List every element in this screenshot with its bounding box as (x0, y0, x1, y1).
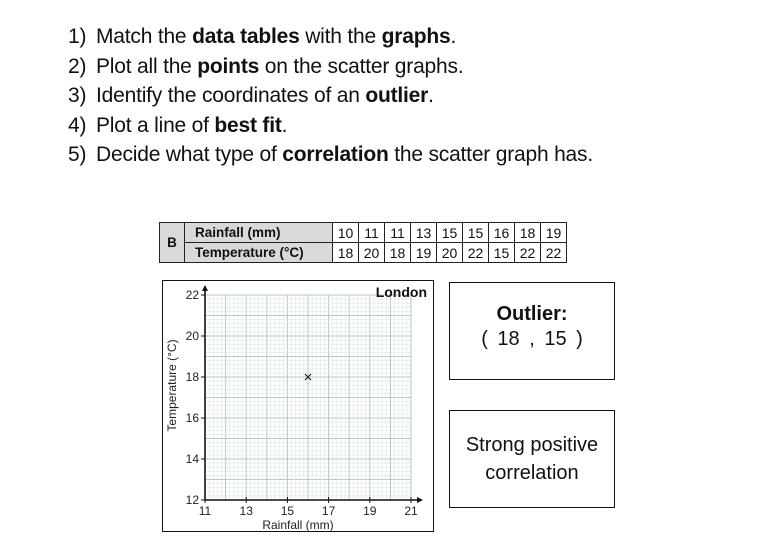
correlation-answer-box: Strong positive correlation (449, 410, 615, 508)
table-cell: 20 (358, 242, 385, 263)
y-axis-label: Temperature (°C) (165, 339, 179, 431)
table-cell: 19 (410, 242, 437, 263)
table-row-temperature: Temperature (°C) 18 20 18 19 20 22 15 22 22 (160, 242, 567, 263)
instruction-keyword: data tables (192, 25, 300, 48)
x-tick-label: 19 (363, 504, 377, 518)
instruction-item: 3) Identify the coordinates of an outlier… (68, 81, 593, 111)
table-cell: 11 (384, 222, 411, 243)
x-tick-label: 15 (281, 504, 295, 518)
instruction-number: 3) (68, 84, 87, 107)
instruction-text: the scatter graph has. (388, 143, 593, 166)
outlier-answer-box: Outlier: ( 18 , 15 ) (449, 282, 615, 380)
table-cell: 11 (358, 222, 385, 243)
x-tick-label: 21 (404, 504, 418, 518)
instruction-item: 2) Plot all the points on the scatter gra… (68, 52, 593, 82)
instruction-keyword: best fit (214, 113, 282, 137)
y-tick-label: 14 (186, 452, 200, 466)
instructions-list: 1) Match the data tables with the graphs.… (68, 22, 593, 170)
data-table-b: B Rainfall (mm) 10 11 11 13 15 15 16 18 19 Tempe… (159, 222, 567, 263)
instruction-item: 1) Match the data tables with the graphs. (68, 22, 593, 52)
correlation-line-2: correlation (485, 462, 579, 484)
scatter-plot-svg: 11 13 15 17 19 21 12 14 16 18 20 22 Rainfall (mm) Tem… (165, 284, 427, 531)
outlier-title: Outlier: (496, 303, 568, 325)
y-tick-label: 12 (186, 493, 200, 507)
table-cell: 22 (514, 242, 541, 263)
y-tick-label: 18 (186, 370, 200, 384)
table-cell: 15 (436, 222, 463, 243)
table-cell: 15 (462, 222, 489, 243)
x-axis-label: Rainfall (mm) (262, 518, 333, 531)
y-tick-label: 16 (186, 411, 200, 425)
chart-title: London (376, 284, 427, 300)
instruction-text: Plot all the (96, 54, 198, 78)
instruction-keyword: points (197, 54, 260, 78)
instruction-text: with the (299, 25, 382, 48)
scatter-graph: 11 13 15 17 19 21 12 14 16 18 20 22 Rainfall (mm) Tem… (162, 280, 434, 532)
table-key: B (159, 222, 185, 263)
table-cell: 19 (540, 222, 567, 243)
table-cell: 16 (488, 222, 515, 243)
instruction-text: . (428, 84, 434, 107)
instruction-text: Decide what type of (96, 143, 283, 166)
y-tick-label: 20 (186, 329, 200, 343)
x-tick-label: 11 (199, 504, 212, 518)
instruction-number: 4) (68, 113, 87, 137)
instruction-text: . (450, 25, 457, 48)
instruction-keyword: graphs (381, 25, 451, 48)
instruction-number: 1) (68, 25, 87, 48)
table-cell: 13 (410, 222, 437, 243)
table-cell: 10 (332, 222, 359, 243)
y-axis-arrow-icon (202, 285, 208, 291)
instruction-text: Identify the coordinates of an (96, 84, 366, 107)
instruction-number: 2) (68, 54, 87, 78)
instruction-number: 5) (68, 143, 87, 166)
table-cell: 22 (540, 242, 567, 263)
table-cell: 18 (514, 222, 541, 243)
instruction-text: Plot a line of (96, 113, 215, 137)
table-cell: 15 (488, 242, 515, 263)
instruction-keyword: outlier (365, 84, 429, 107)
instruction-text: Match the (96, 25, 193, 48)
instruction-text: . (281, 113, 288, 137)
x-tick-label: 13 (240, 504, 254, 518)
x-axis-arrow-icon (417, 497, 423, 503)
table-cell: 22 (462, 242, 489, 263)
table-cell: 20 (436, 242, 463, 263)
instruction-keyword: correlation (282, 143, 389, 166)
instruction-item: 4) Plot a line of best fit. (68, 111, 593, 141)
correlation-line-1: Strong positive (465, 434, 599, 456)
row-label-temperature: Temperature (°C) (184, 242, 333, 263)
table-cell: 18 (332, 242, 359, 263)
table-cell: 18 (384, 242, 411, 263)
x-tick-label: 17 (322, 504, 336, 518)
instruction-item: 5) Decide what type of correlation the sc… (68, 140, 593, 170)
outlier-coords: ( 18 , 15 ) (481, 328, 583, 350)
row-label-rainfall: Rainfall (mm) (184, 222, 333, 243)
instruction-text: on the scatter graphs. (259, 54, 464, 78)
table-row-rainfall: B Rainfall (mm) 10 11 11 13 15 15 16 18 19 (159, 222, 567, 263)
y-tick-label: 22 (186, 288, 200, 302)
